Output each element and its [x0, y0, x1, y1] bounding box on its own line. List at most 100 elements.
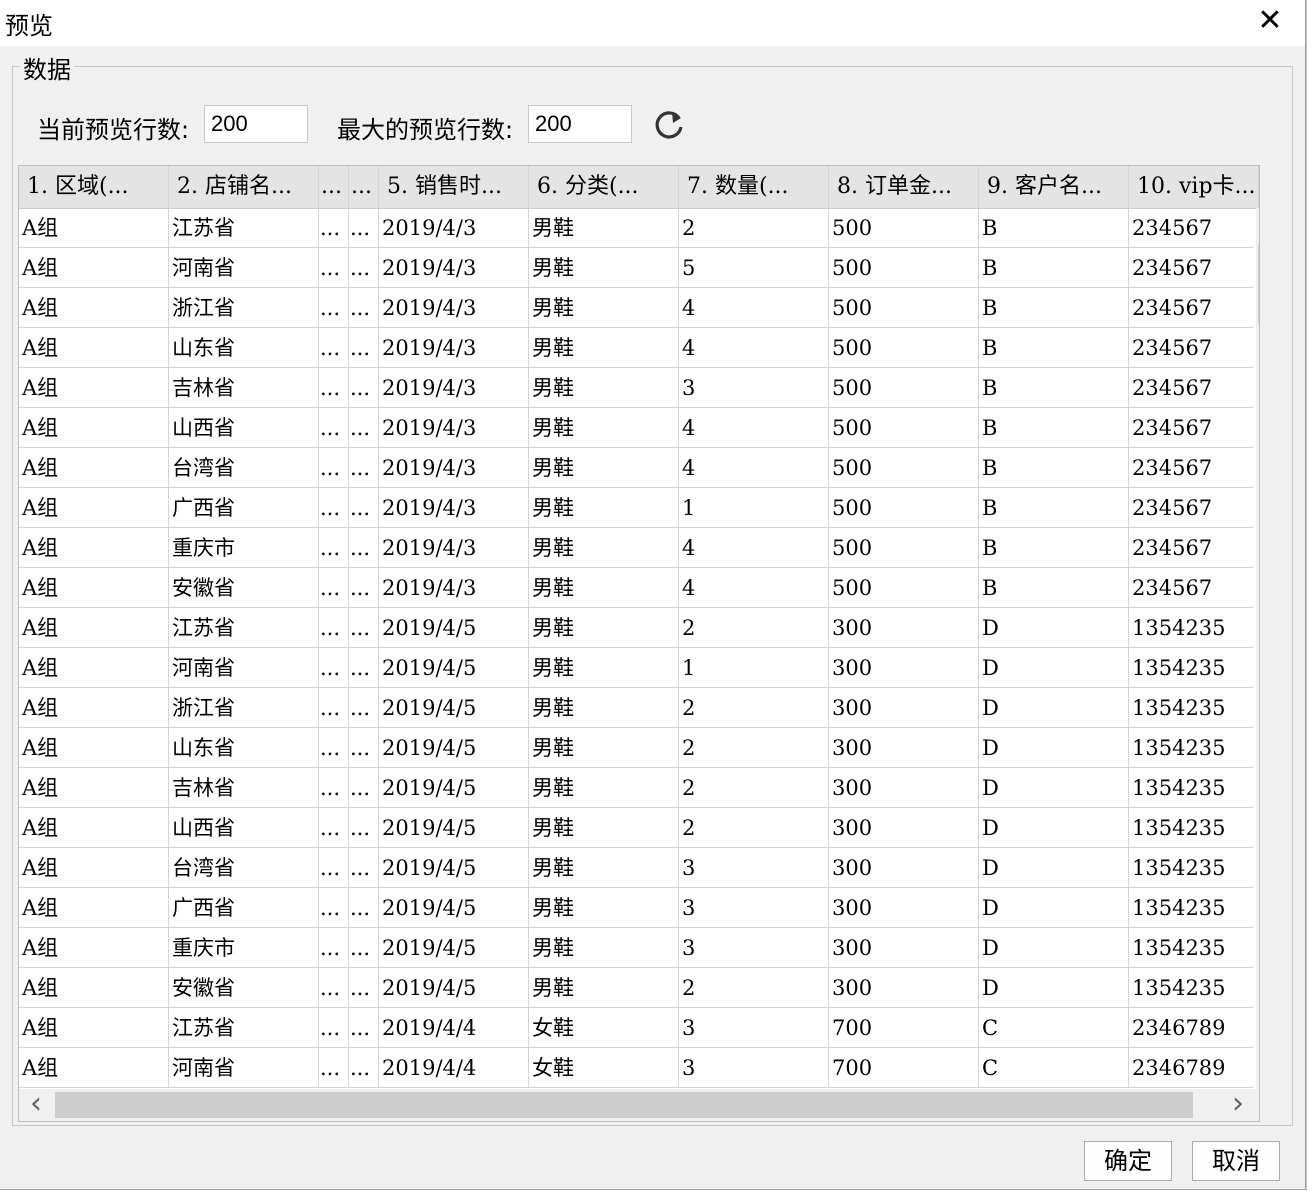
table-cell: 2019/4/3 — [379, 408, 529, 448]
max-rows-field[interactable]: 200 — [528, 105, 632, 143]
column-header[interactable]: 6. 分类(... — [529, 166, 679, 208]
table-row[interactable]: A组 江苏省...... 2019/4/5 男鞋 2 300 D 1354235 — [19, 608, 1259, 648]
vertical-scroll-thumb[interactable] — [1258, 244, 1259, 324]
table-cell: C — [979, 1008, 1129, 1048]
table-cell: 1354235 — [1129, 608, 1259, 648]
table-cell: A组 — [19, 288, 169, 328]
column-header[interactable]: 7. 数量(... — [679, 166, 829, 208]
table-cell: A组 — [19, 1048, 169, 1088]
table-row[interactable]: A组 浙江省...... 2019/4/3 男鞋 4 500 B 234567 — [19, 288, 1259, 328]
table-cell: C — [979, 1048, 1129, 1088]
table-cell: 300 — [829, 728, 979, 768]
table-row[interactable]: A组 江苏省...... 2019/4/4 女鞋 3 700 C 2346789 — [19, 1008, 1259, 1048]
table-cell: 安徽省 — [169, 968, 319, 1008]
table-cell: D — [979, 848, 1129, 888]
table-cell: 广西省 — [169, 888, 319, 928]
column-header[interactable]: ... — [319, 166, 349, 208]
table-row[interactable]: A组 山西省...... 2019/4/3 男鞋 4 500 B 234567 — [19, 408, 1259, 448]
table-row[interactable]: A组 山东省...... 2019/4/3 男鞋 4 500 B 234567 — [19, 328, 1259, 368]
table-cell: A组 — [19, 208, 169, 248]
table-cell: 1354235 — [1129, 808, 1259, 848]
column-header[interactable]: 9. 客户名... — [979, 166, 1129, 208]
table-cell: 1354235 — [1129, 728, 1259, 768]
table-cell: A组 — [19, 848, 169, 888]
dialog-title: 预览 — [5, 12, 53, 40]
scroll-up-icon[interactable]: ⌃ — [1256, 210, 1259, 234]
table-cell: 河南省 — [169, 248, 319, 288]
table-cell: ... — [319, 928, 349, 968]
table-row[interactable]: A组 吉林省...... 2019/4/5 男鞋 2 300 D 1354235 — [19, 768, 1259, 808]
table-cell: ... — [349, 728, 379, 768]
table-cell: ... — [349, 488, 379, 528]
table-cell: 男鞋 — [529, 608, 679, 648]
table-cell: 1 — [679, 488, 829, 528]
table-row[interactable]: A组 山东省...... 2019/4/5 男鞋 2 300 D 1354235 — [19, 728, 1259, 768]
table-cell: 女鞋 — [529, 1048, 679, 1088]
current-rows-field[interactable]: 200 — [204, 105, 308, 143]
table-cell: ... — [319, 888, 349, 928]
table-row[interactable]: A组 台湾省...... 2019/4/5 男鞋 3 300 D 1354235 — [19, 848, 1259, 888]
table-row[interactable]: A组 江苏省...... 2019/4/3 男鞋 2 500 B 234567 — [19, 208, 1259, 248]
scroll-left-icon[interactable]: ‹ — [23, 1089, 49, 1119]
table-cell: D — [979, 648, 1129, 688]
table-row[interactable]: A组 吉林省...... 2019/4/3 男鞋 3 500 B 234567 — [19, 368, 1259, 408]
table-cell: D — [979, 728, 1129, 768]
table-row[interactable]: A组 河南省...... 2019/4/4 女鞋 3 700 C 2346789 — [19, 1048, 1259, 1088]
table-cell: ... — [319, 768, 349, 808]
table-row[interactable]: A组 浙江省...... 2019/4/5 男鞋 2 300 D 1354235 — [19, 688, 1259, 728]
preview-dialog: 预览 ✕ 数据 当前预览行数: 200 最大的预览行数: 200 1. 区域(.… — [0, 0, 1306, 1190]
table-cell: 1354235 — [1129, 688, 1259, 728]
table-cell: 500 — [829, 448, 979, 488]
table-row[interactable]: A组 重庆市...... 2019/4/3 男鞋 4 500 B 234567 — [19, 528, 1259, 568]
ok-button[interactable]: 确定 — [1084, 1141, 1172, 1181]
table-cell: A组 — [19, 448, 169, 488]
table-cell: 男鞋 — [529, 208, 679, 248]
table-row[interactable]: A组 广西省...... 2019/4/3 男鞋 1 500 B 234567 — [19, 488, 1259, 528]
table-cell: ... — [349, 528, 379, 568]
table-cell: 台湾省 — [169, 848, 319, 888]
table-cell: 300 — [829, 648, 979, 688]
cancel-button[interactable]: 取消 — [1192, 1141, 1280, 1181]
table-cell: 700 — [829, 1048, 979, 1088]
table-row[interactable]: A组 河南省...... 2019/4/5 男鞋 1 300 D 1354235 — [19, 648, 1259, 688]
table-cell: B — [979, 248, 1129, 288]
table-cell: 男鞋 — [529, 928, 679, 968]
table-cell: 3 — [679, 1048, 829, 1088]
table-cell: 男鞋 — [529, 848, 679, 888]
table-cell: ... — [319, 288, 349, 328]
vertical-scrollbar[interactable]: ⌃ ⌄ — [1256, 208, 1259, 1089]
table-cell: 500 — [829, 568, 979, 608]
table-cell: 4 — [679, 328, 829, 368]
column-header[interactable]: 1. 区域(... — [19, 166, 169, 208]
table-cell: D — [979, 688, 1129, 728]
table-cell: 1354235 — [1129, 928, 1259, 968]
table-row[interactable]: A组 广西省...... 2019/4/5 男鞋 3 300 D 1354235 — [19, 888, 1259, 928]
column-header[interactable]: 10. vip卡... — [1129, 166, 1259, 208]
horizontal-scrollbar[interactable]: ‹ › — [19, 1089, 1259, 1121]
table-cell: 男鞋 — [529, 768, 679, 808]
table-row[interactable]: A组 河南省...... 2019/4/3 男鞋 5 500 B 234567 — [19, 248, 1259, 288]
table-row[interactable]: A组 台湾省...... 2019/4/3 男鞋 4 500 B 234567 — [19, 448, 1259, 488]
table-cell: 300 — [829, 888, 979, 928]
table-row[interactable]: A组 山西省...... 2019/4/5 男鞋 2 300 D 1354235 — [19, 808, 1259, 848]
table-cell: 300 — [829, 768, 979, 808]
table-cell: 2019/4/3 — [379, 368, 529, 408]
close-icon[interactable]: ✕ — [1255, 6, 1285, 36]
table-cell: 男鞋 — [529, 528, 679, 568]
horizontal-scroll-thumb[interactable] — [55, 1092, 1193, 1118]
table-row[interactable]: A组 安徽省...... 2019/4/5 男鞋 2 300 D 1354235 — [19, 968, 1259, 1008]
column-header[interactable]: ... — [349, 166, 379, 208]
table-cell: 吉林省 — [169, 768, 319, 808]
column-header[interactable]: 2. 店铺名... — [169, 166, 319, 208]
scroll-down-icon[interactable]: ⌄ — [1256, 1054, 1259, 1078]
table-cell: ... — [319, 488, 349, 528]
table-cell: ... — [349, 448, 379, 488]
scroll-right-icon[interactable]: › — [1225, 1089, 1251, 1119]
table-row[interactable]: A组 重庆市...... 2019/4/5 男鞋 3 300 D 1354235 — [19, 928, 1259, 968]
table-row[interactable]: A组 安徽省...... 2019/4/3 男鞋 4 500 B 234567 — [19, 568, 1259, 608]
refresh-icon[interactable] — [652, 108, 686, 142]
table-cell: 2019/4/5 — [379, 608, 529, 648]
column-header[interactable]: 8. 订单金... — [829, 166, 979, 208]
table-cell: B — [979, 208, 1129, 248]
column-header[interactable]: 5. 销售时... — [379, 166, 529, 208]
